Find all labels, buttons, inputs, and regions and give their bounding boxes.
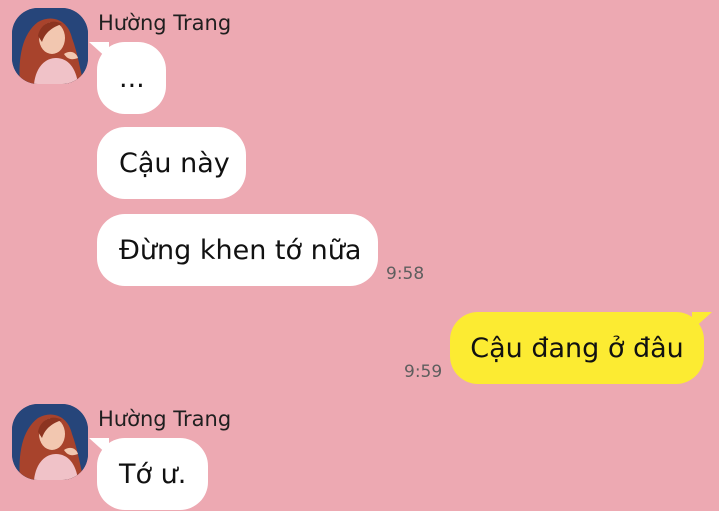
message-text: Tớ ư. bbox=[119, 458, 187, 490]
message-text: ... bbox=[119, 62, 145, 94]
chat-view: Hường Trang ... Cậu này Đừng khen tớ nữa… bbox=[0, 0, 719, 511]
message-timestamp: 9:58 bbox=[386, 264, 425, 284]
message-bubble[interactable]: Tớ ư. bbox=[89, 438, 208, 510]
message-bubble[interactable]: Cậu này bbox=[97, 127, 246, 199]
message-timestamp: 9:59 bbox=[404, 362, 443, 382]
bubble-tail-icon bbox=[692, 312, 712, 330]
sender-avatar[interactable] bbox=[12, 8, 88, 84]
bubble-tail-icon bbox=[89, 42, 109, 60]
avatar-photo-icon bbox=[12, 404, 88, 480]
outgoing-message-bubble[interactable]: Cậu đang ở đâu bbox=[450, 312, 712, 384]
message-text: Cậu đang ở đâu bbox=[470, 332, 684, 364]
sender-avatar[interactable] bbox=[12, 404, 88, 480]
message-bubble[interactable]: Đừng khen tớ nữa bbox=[97, 214, 378, 286]
message-text: Cậu này bbox=[119, 147, 230, 179]
bubble-tail-icon bbox=[89, 438, 109, 456]
sender-name: Hường Trang bbox=[98, 407, 232, 431]
message-bubble[interactable]: ... bbox=[89, 42, 166, 114]
avatar-photo-icon bbox=[12, 8, 88, 84]
message-text: Đừng khen tớ nữa bbox=[119, 234, 362, 266]
sender-name: Hường Trang bbox=[98, 11, 232, 35]
